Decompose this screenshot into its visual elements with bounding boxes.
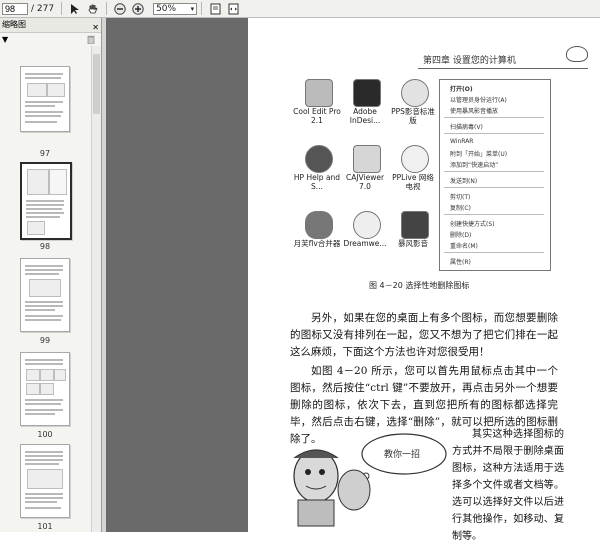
menu-item: 剪切(T) xyxy=(450,194,471,201)
header-rule xyxy=(418,68,588,69)
menu-item: 属性(R) xyxy=(450,259,471,266)
desktop-icon: Adobe InDesi... xyxy=(341,79,389,135)
menu-item: 删除(D) xyxy=(450,232,472,239)
thumbnail-number: 97 xyxy=(39,149,51,158)
hand-tool-icon[interactable] xyxy=(85,2,101,16)
cartoon-illustration: 教你一招 xyxy=(276,428,452,528)
toolbar-divider xyxy=(61,2,63,15)
speech-bubble-text: 教你一招 xyxy=(384,450,421,460)
figure-screenshot: Cool Edit Pro 2.1 Adobe InDesi... PPS影音标… xyxy=(293,73,551,271)
body-paragraph: 其实这种选择图标的方式并不局限于删除桌面图标，这种方法适用于选择多个文件或者文档… xyxy=(452,429,564,542)
menu-item: 重命名(M) xyxy=(450,243,478,250)
toolbar-divider xyxy=(106,2,108,15)
desktop-icon: Cool Edit Pro 2.1 xyxy=(293,79,341,135)
zoom-in-icon[interactable] xyxy=(130,2,146,16)
menu-item: 创建快捷方式(S) xyxy=(450,221,495,228)
document-page: 第四章 设置您的计算机 Cool Edit Pro 2.1 Adobe InDe… xyxy=(248,18,600,542)
figure-caption: 图 4－20 选择性地删除图标 xyxy=(369,281,470,290)
trash-icon[interactable] xyxy=(87,35,95,46)
header-ornament-icon xyxy=(566,46,588,62)
thumbnail-number: 101 xyxy=(37,522,53,531)
thumbnail-page[interactable] xyxy=(20,444,70,518)
fit-width-icon[interactable] xyxy=(225,2,241,16)
menu-item: 发送到(N) xyxy=(450,178,478,185)
desktop-icon: PPLive 网络电视 xyxy=(389,145,437,201)
thumbnail-page-selected[interactable] xyxy=(20,162,72,240)
thumbnail-page[interactable] xyxy=(20,66,70,132)
desktop-icon: 暴风影音 xyxy=(389,211,437,267)
page-number-input[interactable] xyxy=(2,2,28,15)
thumbnails-panel: 缩略图 ✕ ▼ 97 98 99 100 101 xyxy=(0,18,102,532)
scrollbar-thumb[interactable] xyxy=(93,54,100,114)
desktop-icon: Dreamwe... xyxy=(341,211,389,267)
menu-item: 添加到“快速启动” xyxy=(450,162,499,169)
desktop-icon: HP Help and S... xyxy=(293,145,341,201)
chevron-down-icon: ▾ xyxy=(190,4,195,13)
desktop-icon: CAJViewer 7.0 xyxy=(341,145,389,201)
menu-item: 复制(C) xyxy=(450,205,471,212)
panel-title: 缩略图 xyxy=(2,20,26,29)
toolbar-divider xyxy=(201,2,203,15)
zoom-select[interactable]: 50% ▾ xyxy=(153,2,198,15)
menu-item: 使用暴风影音播放 xyxy=(450,108,499,115)
menu-item: 打开(O) xyxy=(450,86,473,93)
context-menu: 打开(O) 以管理员身份运行(A) 使用暴风影音播放 扫描病毒(V) WinRA… xyxy=(439,79,551,271)
thumbnail-page[interactable] xyxy=(20,258,70,332)
options-icon[interactable]: ▼ xyxy=(2,35,8,44)
thumbnail-page[interactable] xyxy=(20,352,70,426)
panel-tools: ▼ xyxy=(0,33,101,47)
zoom-value: 50% xyxy=(156,3,177,14)
desktop-icon: PPS影音标准版 xyxy=(389,79,437,135)
zoom-out-icon[interactable] xyxy=(112,2,128,16)
select-tool-icon[interactable] xyxy=(67,2,83,16)
fit-page-icon[interactable] xyxy=(207,2,223,16)
menu-item: 扫描病毒(V) xyxy=(450,124,483,131)
menu-item: 以管理员身份运行(A) xyxy=(450,97,507,104)
desktop-icon: 月芙flv合并器 xyxy=(293,211,341,267)
thumbnail-number: 98 xyxy=(39,242,51,251)
running-header: 第四章 设置您的计算机 xyxy=(423,56,516,66)
body-paragraph: 另外，如果在您的桌面上有多个图标，而您想要删除的图标又没有排列在一起，您又不想为… xyxy=(290,312,558,358)
panel-header: 缩略图 ✕ xyxy=(0,18,101,33)
scrollbar[interactable] xyxy=(91,46,101,532)
thumbnail-number: 100 xyxy=(37,430,53,439)
toolbar: / 277 50% ▾ xyxy=(0,0,600,18)
menu-item: 附到「开始」菜单(U) xyxy=(450,151,508,158)
menu-item: WinRAR xyxy=(450,138,474,145)
thumbnail-number: 99 xyxy=(39,336,51,345)
page-total: / 277 xyxy=(31,3,55,14)
